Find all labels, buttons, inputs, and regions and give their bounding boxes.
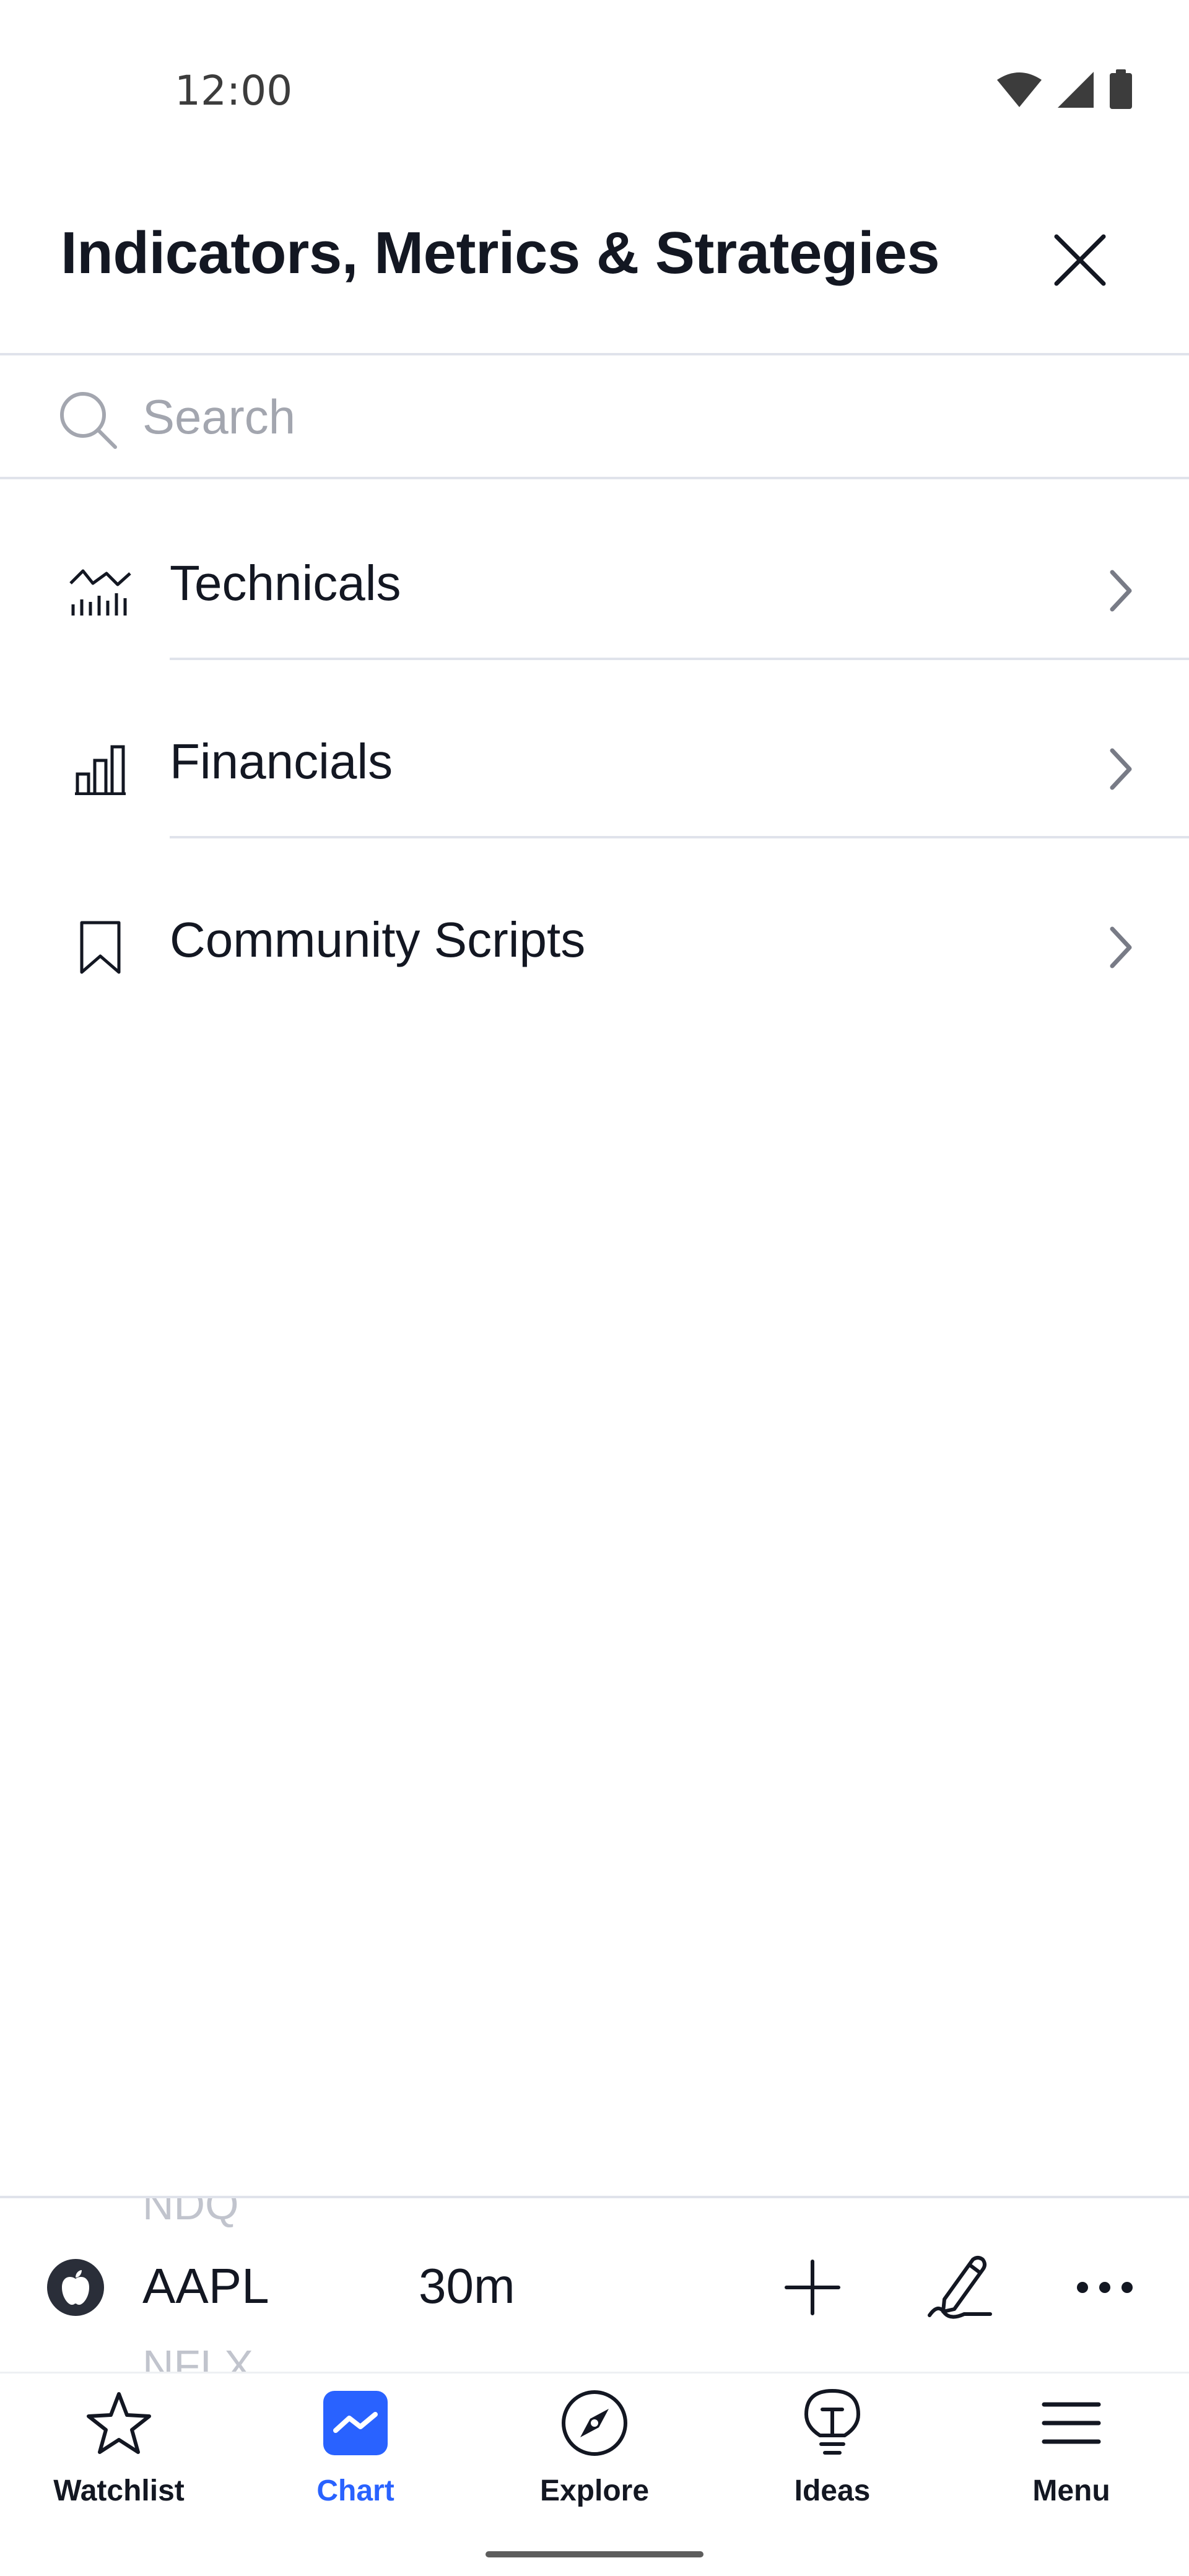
status-icons [996,69,1133,113]
lightbulb-icon [795,2386,869,2460]
nav-label: Ideas [794,2474,871,2507]
financials-bar-chart-icon [68,737,133,801]
battery-icon [1108,69,1133,113]
apple-logo-icon [47,2259,104,2316]
symbol-previous[interactable]: NDQ [142,2198,239,2229]
search-input[interactable] [141,376,1132,457]
list-item-community-scripts[interactable]: Community Scripts [0,838,1189,1017]
list-item-label: Community Scripts [170,912,586,967]
add-icon [785,2260,840,2315]
nav-menu[interactable]: Menu [978,2386,1164,2535]
chart-icon [318,2386,393,2460]
nav-explore[interactable]: Explore [502,2386,687,2535]
list-item-label: Financials [170,734,393,789]
status-time: 12:00 [175,67,293,115]
list-item-label: Technicals [170,555,401,611]
drawing-tools-button[interactable] [923,2250,997,2325]
nav-ideas[interactable]: Ideas [739,2386,925,2535]
status-bar: 12:00 [0,0,1189,186]
pencil-draw-icon [928,2256,992,2319]
interval-button[interactable]: 30m [419,2258,515,2315]
chevron-right-icon [1110,748,1132,790]
home-indicator[interactable] [486,2551,703,2557]
chevron-right-icon [1110,926,1132,968]
hamburger-menu-icon [1034,2386,1108,2460]
symbol-next[interactable]: NFLX [142,2341,253,2372]
bottom-navigation: Watchlist Chart Explore Ideas Menu [0,2372,1189,2576]
more-options-button[interactable] [1068,2250,1142,2325]
nav-label: Watchlist [53,2474,185,2507]
nav-label: Explore [539,2474,650,2507]
nav-label: Chart [316,2474,394,2507]
star-icon [82,2386,156,2460]
close-button[interactable] [1043,223,1117,297]
list-item-technicals[interactable]: Technicals [0,482,1189,660]
bookmark-icon [68,915,133,980]
cellular-signal-icon [1056,71,1095,112]
search-bar [0,358,1189,479]
chart-toolbar: NDQ AAPL NFLX 30m [0,2196,1189,2372]
close-icon [1054,234,1106,286]
nav-label: Menu [1032,2474,1110,2507]
more-dots-icon [1077,2282,1133,2293]
add-button[interactable] [775,2250,850,2325]
category-list: Technicals Financials Community Scripts [0,482,1189,1017]
compass-icon [557,2386,632,2460]
wifi-icon [996,71,1043,111]
list-item-financials[interactable]: Financials [0,660,1189,838]
search-icon [60,392,117,449]
symbol-button[interactable]: AAPL [142,2258,269,2315]
nav-chart[interactable]: Chart [263,2386,448,2535]
page-title: Indicators, Metrics & Strategies [61,220,940,286]
chevron-right-icon [1110,570,1132,612]
nav-watchlist[interactable]: Watchlist [26,2386,212,2535]
technicals-chart-icon [68,559,133,623]
dialog-header: Indicators, Metrics & Strategies [0,186,1189,355]
